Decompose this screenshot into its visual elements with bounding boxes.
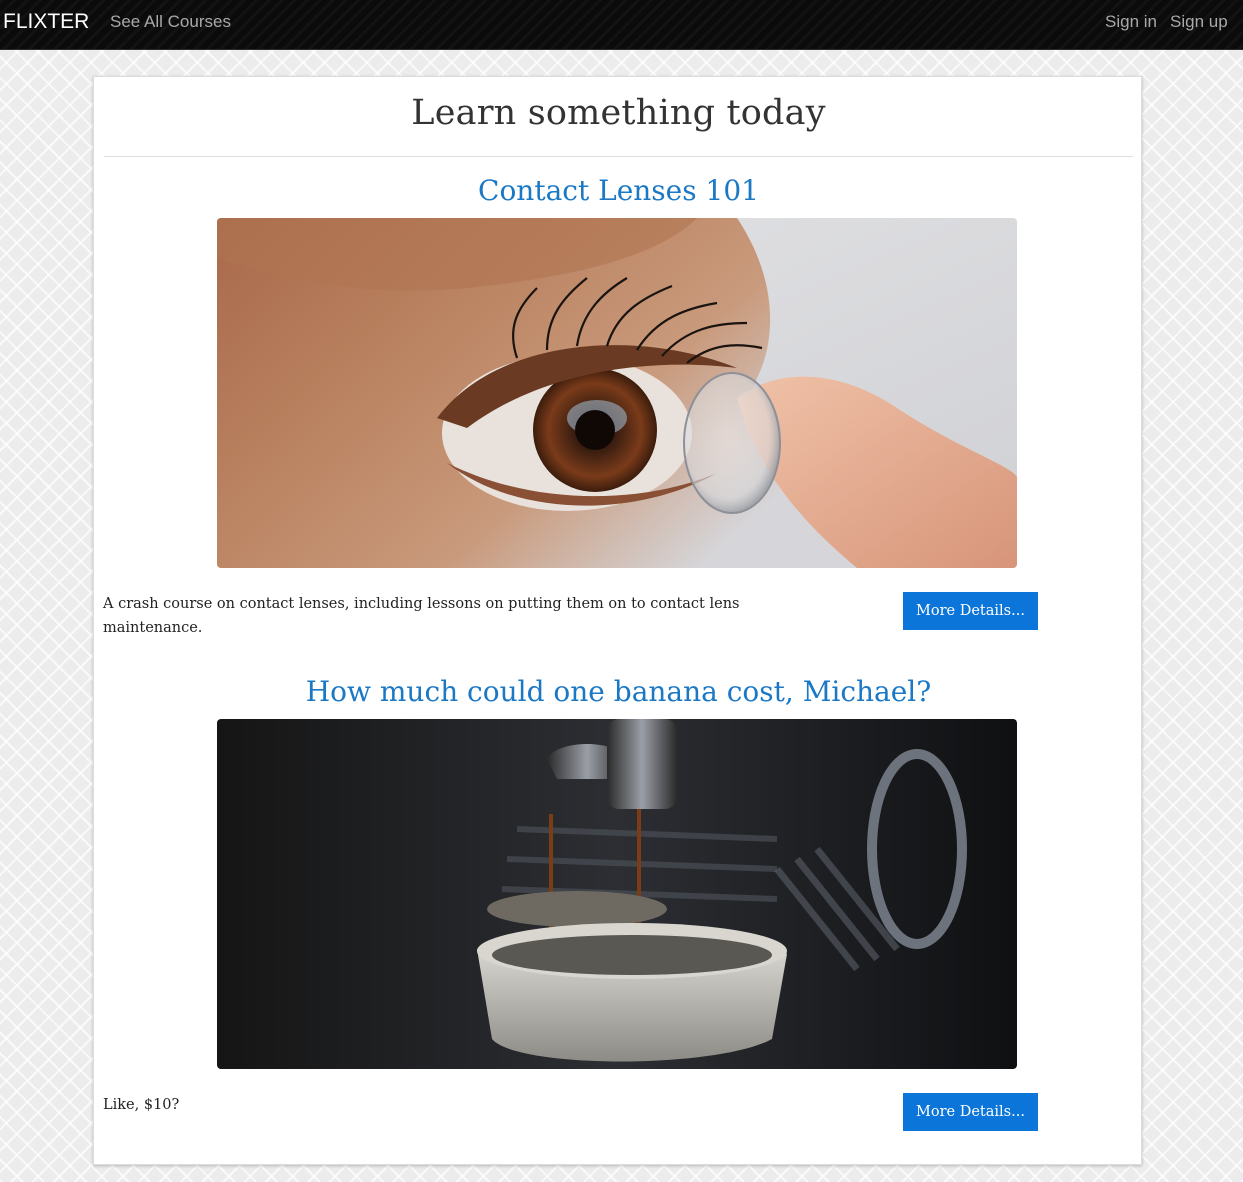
course-image-eye[interactable] xyxy=(217,218,1017,568)
title-divider xyxy=(104,156,1133,157)
more-details-button[interactable]: More Details... xyxy=(903,592,1038,630)
page-title: Learn something today xyxy=(411,93,826,133)
espresso-machine-image xyxy=(217,719,1017,1069)
top-navbar: FLIXTER See All Courses Sign in Sign up xyxy=(0,0,1243,50)
sign-in-link[interactable]: Sign in xyxy=(1105,12,1157,32)
see-all-courses-link[interactable]: See All Courses xyxy=(110,12,231,32)
courses-card: Learn something today Contact Lenses 101 xyxy=(93,76,1142,1165)
course-title-contact-lenses[interactable]: Contact Lenses 101 xyxy=(94,174,1143,207)
more-details-button[interactable]: More Details... xyxy=(903,1093,1038,1131)
eye-contact-lens-image xyxy=(217,218,1017,568)
course-title-banana[interactable]: How much could one banana cost, Michael? xyxy=(94,675,1143,708)
course-description: A crash course on contact lenses, includ… xyxy=(103,596,740,636)
course-description: Like, $10? xyxy=(103,1097,180,1113)
course-image-espresso[interactable] xyxy=(217,719,1017,1069)
brand-logo[interactable]: FLIXTER xyxy=(3,10,89,34)
sign-up-link[interactable]: Sign up xyxy=(1170,12,1228,32)
